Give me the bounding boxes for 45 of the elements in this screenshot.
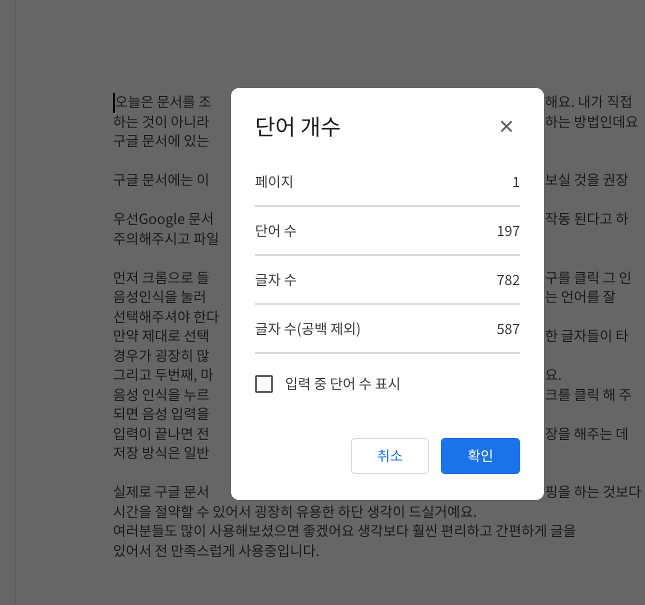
document-text: 입력이 끝나면 전 [113,424,210,444]
close-button[interactable]: × [492,113,520,139]
stat-value: 782 [496,270,520,290]
document-text: 음성인식을 눌러 [113,288,206,308]
document-text: 시간을 절약할 수 있어서 굉장히 유용한 하단 생각이 드실거예요. [113,502,477,522]
document-text: 오늘은 문서를 조 [113,93,212,112]
document-text: 실제로 구글 문서 [113,483,210,502]
confirm-button[interactable]: 확인 [441,438,520,474]
document-text: 하는 방법인데요 [545,112,638,132]
checkbox-label: 입력 중 단어 수 표시 [285,374,401,394]
dialog-title: 단어 개수 [255,110,341,142]
document-text: 선택해주셔야 한다 [113,308,220,327]
document-text: 요. [545,366,562,386]
stat-label: 단어 수 [255,220,297,240]
document-text: 하는 것이 아니라 [113,112,210,132]
document-text: 구글 문서에 있는 [113,132,210,152]
document-text: 보실 것을 권장 [545,171,629,190]
cancel-button[interactable]: 취소 [351,438,429,474]
document-text: 있어서 전 만족스럽게 사용중입니다. [113,542,320,561]
stat-label: 글자 수(공백 제외) [255,318,361,338]
document-text: 먼저 크롬으로 들 [113,268,210,288]
document-text: 해요. 내가 직접 [545,93,632,112]
stat-label: 페이지 [255,172,294,192]
checkbox[interactable] [255,375,273,393]
document-text: 주의해주시고 파일 [113,230,220,249]
document-text: 작동 된다고 하 [545,210,629,230]
document-text: 경우가 굉장히 많 [113,346,210,366]
stat-value: 1 [512,172,520,192]
document-text: 크를 클릭 해 주 [545,386,632,405]
document-text: 구글 문서에는 이 [113,171,210,190]
document-text: 되면 음성 입력을 [113,405,210,424]
document-text: 는 언어를 잘 [545,288,616,308]
document-text: 우선Google 문서 [113,210,214,230]
document-text: 음성 인식을 누르 [113,386,210,405]
document-text: 저장 방식은 일반 [113,444,210,464]
document-text: 구를 클릭 그 인 [545,268,632,288]
stat-value: 587 [496,318,520,338]
document-text: 장을 해주는 데 [545,424,629,444]
stat-value: 197 [496,220,520,240]
document-text: 여러분들도 많이 사용해보셨으면 좋겠어요 생각보다 훨씬 편리하고 간편하게 글을 [113,522,576,542]
stat-label: 글자 수 [255,270,297,290]
document-text: 핑을 하는 것보다 [545,483,642,502]
document-text: 그리고 두번째, 마 [113,366,214,386]
document-text: 한 글자들이 타 [545,327,629,346]
document-text: 만약 제대로 선택 [113,327,210,346]
